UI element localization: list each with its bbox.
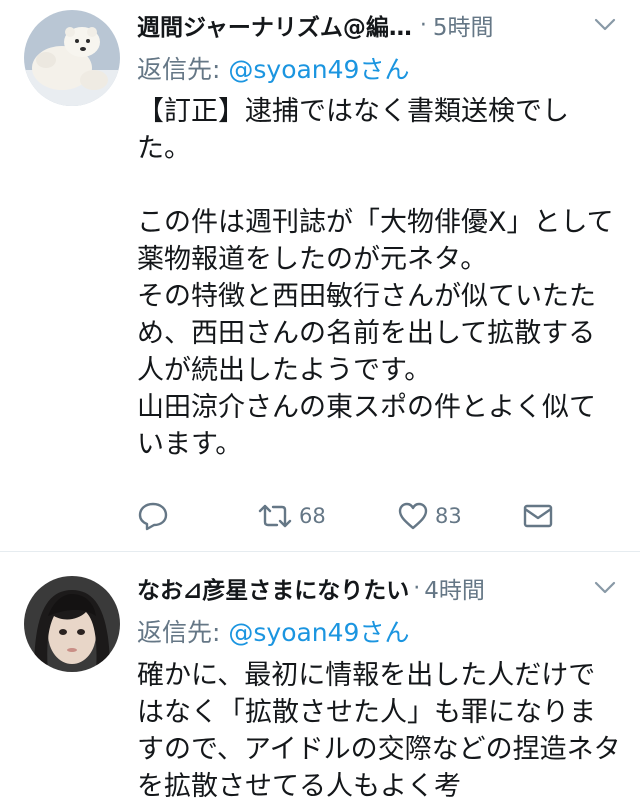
reply-icon (137, 501, 169, 531)
tweet[interactable]: なお⊿彦星さまになりたい · 4時間 返信先: @syoan49さん 確かに、最… (0, 552, 640, 802)
person-avatar-image (24, 576, 120, 672)
tweet-header: なお⊿彦星さまになりたい · 4時間 (137, 568, 620, 608)
tweet-text: 確かに、最初に情報を出した人だけではなく「拡散させた人」も罪になりますので、アイ… (137, 660, 621, 802)
retweet-icon (257, 502, 293, 530)
reply-context: 返信先: @syoan49さん (137, 613, 409, 649)
reply-context: 返信先: @syoan49さん (137, 50, 409, 86)
envelope-icon (522, 502, 554, 530)
heart-icon (397, 501, 429, 531)
tweet-actions: 68 83 (137, 498, 577, 534)
avatar[interactable] (24, 10, 120, 106)
chevron-down-icon[interactable] (590, 10, 620, 40)
reply-prefix: 返信先: (137, 55, 229, 84)
tweet[interactable]: 週間ジャーナリズム@編… · 5時間 返信先: @syoan49さん 【訂正】逮… (0, 0, 640, 551)
retweet-button[interactable]: 68 (257, 502, 397, 530)
like-button[interactable]: 83 (397, 501, 522, 531)
polar-bear-avatar-image (24, 10, 120, 106)
avatar[interactable] (24, 576, 120, 672)
tweet-header: 週間ジャーナリズム@編… · 5時間 (137, 5, 620, 45)
retweet-count: 68 (299, 504, 326, 528)
separator-dot: · (419, 12, 427, 38)
direct-message-button[interactable] (522, 502, 554, 530)
display-name[interactable]: 週間ジャーナリズム@編… (137, 8, 412, 42)
display-name[interactable]: なお⊿彦星さまになりたい (137, 571, 409, 605)
timestamp[interactable]: 5時間 (433, 8, 494, 42)
tweet-text: 【訂正】逮捕ではなく書類送検でした。 この件は週刊誌が「大物俳優X」として薬物報… (137, 96, 614, 460)
chevron-down-icon[interactable] (590, 573, 620, 603)
like-count: 83 (435, 504, 462, 528)
reply-handle-link[interactable]: @syoan49さん (228, 618, 409, 647)
timestamp[interactable]: 4時間 (424, 571, 485, 605)
reply-handle-link[interactable]: @syoan49さん (228, 55, 409, 84)
reply-button[interactable] (137, 501, 257, 531)
reply-prefix: 返信先: (137, 618, 229, 647)
separator-dot: · (413, 575, 421, 601)
